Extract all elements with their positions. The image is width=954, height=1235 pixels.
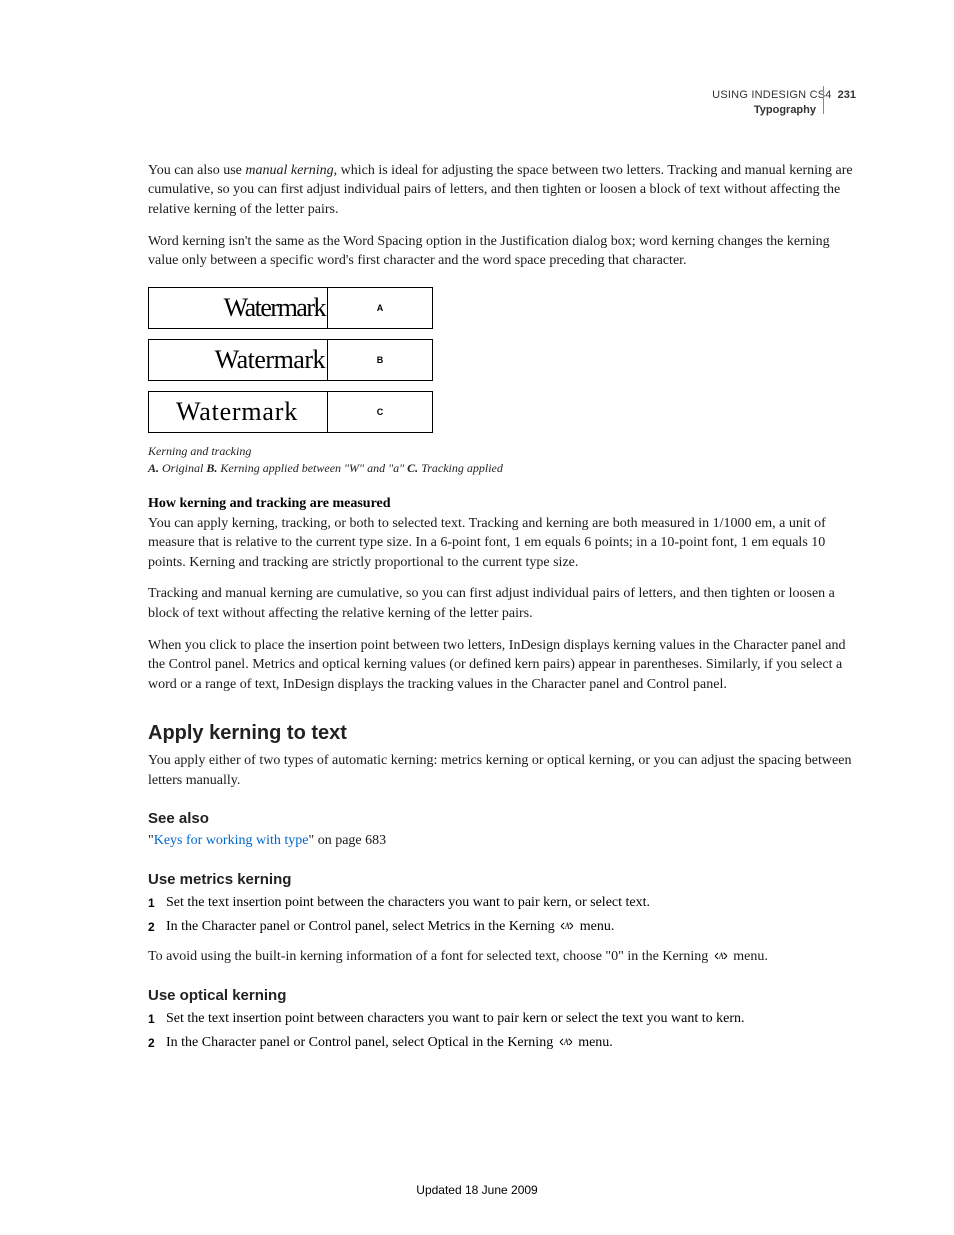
- body-paragraph: When you click to place the insertion po…: [148, 636, 856, 695]
- procedure-heading: Use metrics kerning: [148, 871, 856, 888]
- figure-sample-b: Watermark: [148, 339, 328, 381]
- section-heading: Apply kerning to text: [148, 722, 856, 745]
- body-paragraph: You can also use manual kerning, which i…: [148, 161, 856, 220]
- cross-reference-link[interactable]: Keys for working with type: [154, 833, 309, 848]
- svg-text:V: V: [721, 953, 725, 958]
- see-also-link-line: "Keys for working with type" on page 683: [148, 831, 856, 851]
- figure-kerning-tracking: Watermark A Watermark B Watermark C: [148, 287, 856, 433]
- chapter-name: Typography: [148, 103, 816, 118]
- step-item: 2In the Character panel or Control panel…: [148, 1032, 856, 1054]
- body-paragraph: Tracking and manual kerning are cumulati…: [148, 584, 856, 623]
- figure-label-b: B: [328, 339, 433, 381]
- step-item: 2In the Character panel or Control panel…: [148, 916, 856, 938]
- step-list: 1Set the text insertion point between th…: [148, 892, 856, 937]
- figure-sample-a: Watermark: [148, 287, 328, 329]
- see-also-heading: See also: [148, 810, 856, 827]
- kerning-icon: AV: [559, 1036, 573, 1048]
- kerning-icon: AV: [714, 950, 728, 962]
- header-divider: [823, 86, 824, 114]
- body-paragraph: You can apply kerning, tracking, or both…: [148, 514, 856, 573]
- figure-sample-c: Watermark: [148, 391, 328, 433]
- body-paragraph: Word kerning isn't the same as the Word …: [148, 232, 856, 271]
- figure-row: Watermark C: [148, 391, 856, 433]
- body-paragraph: You apply either of two types of automat…: [148, 751, 856, 790]
- figure-row: Watermark B: [148, 339, 856, 381]
- step-item: 1Set the text insertion point between th…: [148, 892, 856, 914]
- page-number: 231: [838, 89, 856, 101]
- figure-label-c: C: [328, 391, 433, 433]
- page-header: USING INDESIGN CS4 231 Typography: [148, 88, 856, 119]
- body-paragraph: To avoid using the built-in kerning info…: [148, 947, 856, 967]
- subheading: How kerning and tracking are measured: [148, 496, 856, 512]
- svg-text:V: V: [567, 923, 571, 928]
- term-manual-kerning: manual kerning,: [245, 163, 337, 178]
- page-footer: Updated 18 June 2009: [0, 1183, 954, 1197]
- doc-title: USING INDESIGN CS4: [712, 89, 831, 101]
- figure-label-a: A: [328, 287, 433, 329]
- svg-text:V: V: [566, 1039, 570, 1044]
- step-item: 1Set the text insertion point between ch…: [148, 1008, 856, 1030]
- step-list: 1Set the text insertion point between ch…: [148, 1008, 856, 1053]
- figure-caption: Kerning and tracking A. Original B. Kern…: [148, 443, 856, 478]
- kerning-icon: AV: [560, 920, 574, 932]
- figure-row: Watermark A: [148, 287, 856, 329]
- procedure-heading: Use optical kerning: [148, 987, 856, 1004]
